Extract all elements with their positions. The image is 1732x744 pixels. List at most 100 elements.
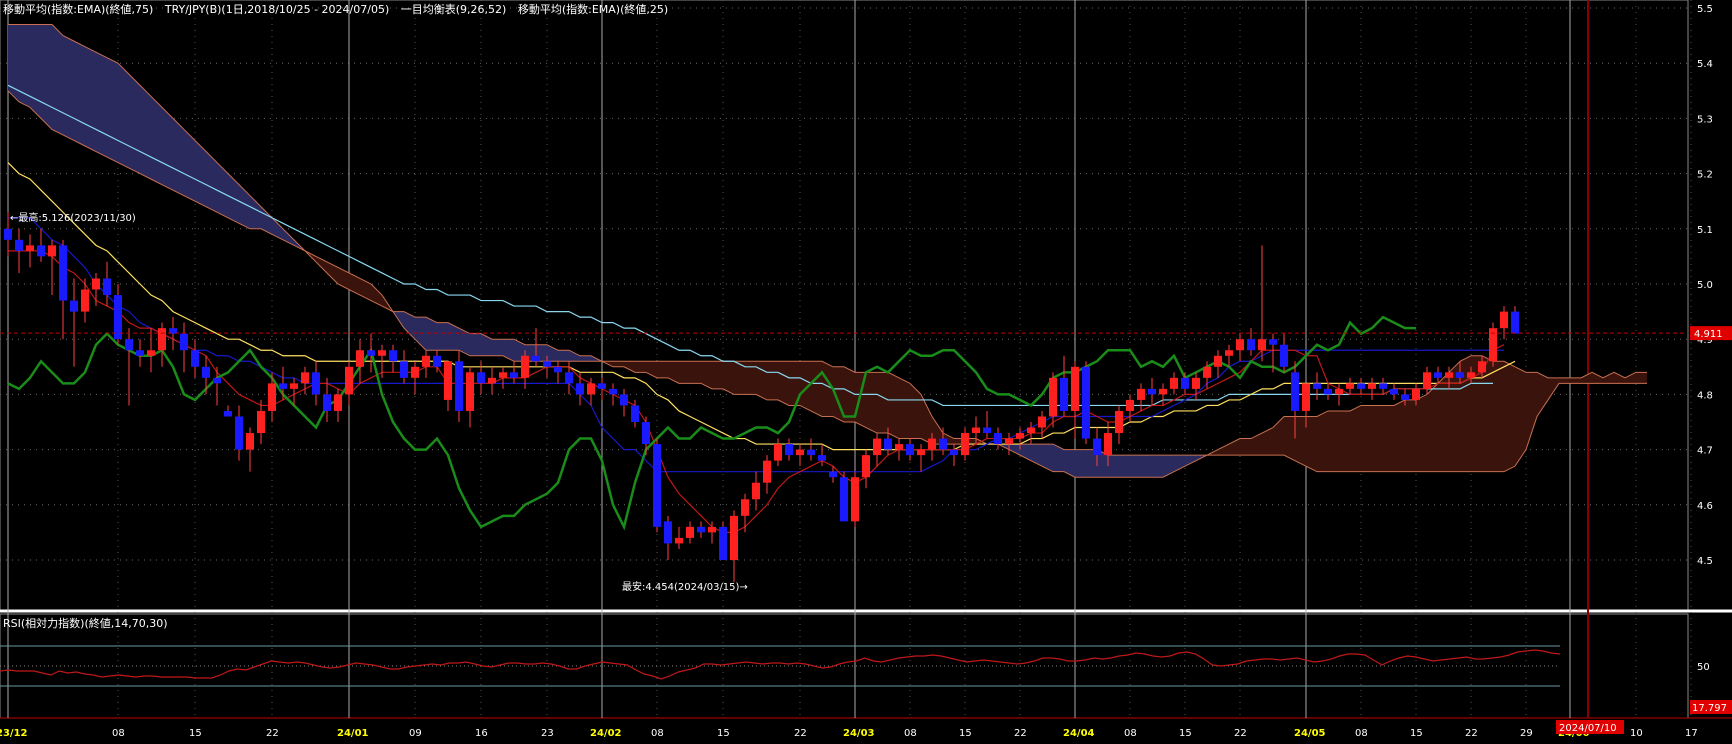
candle-body bbox=[675, 537, 683, 544]
candle-body bbox=[81, 289, 89, 312]
cloud-segment bbox=[822, 361, 833, 417]
cloud-segment bbox=[888, 372, 899, 439]
x-tick-label: 10 bbox=[1630, 728, 1643, 739]
y-tick-label: 4.5 bbox=[1697, 556, 1713, 567]
candle-body bbox=[1390, 388, 1398, 395]
candle-body bbox=[686, 526, 694, 538]
candle-body bbox=[37, 245, 45, 257]
candle-body bbox=[1302, 383, 1310, 411]
candle-body bbox=[180, 333, 188, 351]
x-tick-label: 22 bbox=[794, 728, 807, 739]
candle-body bbox=[983, 427, 991, 434]
cloud-segment bbox=[129, 74, 140, 174]
candle-body bbox=[257, 410, 265, 434]
rsi-tag: 17.797 bbox=[1692, 703, 1727, 714]
candle-body bbox=[1181, 377, 1189, 389]
candle-body bbox=[1005, 438, 1013, 445]
cloud-segment bbox=[1108, 455, 1119, 478]
candle-body bbox=[1269, 339, 1277, 345]
cloud-segment bbox=[151, 96, 162, 185]
candle-body bbox=[1225, 350, 1233, 356]
candle-body bbox=[15, 239, 23, 251]
candle-body bbox=[1357, 383, 1365, 389]
candle-body bbox=[1027, 427, 1035, 434]
cloud-segment bbox=[74, 41, 85, 147]
candle-body bbox=[488, 377, 496, 384]
cloud-segment bbox=[1438, 372, 1449, 472]
candle-body bbox=[829, 471, 837, 478]
candle-body bbox=[741, 499, 749, 516]
x-tick-label: 23/12 bbox=[0, 728, 28, 739]
cloud-segment bbox=[30, 24, 41, 119]
candle-body bbox=[1401, 394, 1409, 400]
candle-body bbox=[840, 477, 848, 522]
candle-body bbox=[895, 444, 903, 450]
candle-body bbox=[1115, 410, 1123, 434]
cloud-segment bbox=[1405, 399, 1416, 472]
low-annotation: 最安:4.454(2024/03/15)→ bbox=[622, 580, 748, 593]
cloud-segment bbox=[635, 361, 646, 373]
ichimoku-legend: 一目均衡表(9,26,52) bbox=[400, 3, 507, 16]
candle-body bbox=[950, 449, 958, 456]
cloud-segment bbox=[1427, 383, 1438, 472]
candle-body bbox=[158, 328, 166, 351]
cloud-segment bbox=[690, 361, 701, 384]
cloud-segment bbox=[184, 129, 195, 202]
candle-body bbox=[1291, 372, 1299, 411]
cloud-segment bbox=[778, 361, 789, 406]
cloud-segment bbox=[1295, 416, 1306, 467]
candle-body bbox=[114, 295, 122, 340]
candle-body bbox=[1137, 388, 1145, 400]
candle-body bbox=[1445, 372, 1453, 378]
candle-body bbox=[807, 449, 815, 456]
candle-body bbox=[1038, 416, 1046, 428]
cloud-segment bbox=[866, 372, 877, 434]
candle-body bbox=[961, 433, 969, 456]
candle-body bbox=[356, 350, 364, 367]
candle-body bbox=[851, 477, 859, 522]
candle-body bbox=[1368, 383, 1376, 389]
cloud-segment bbox=[85, 46, 96, 152]
candle-body bbox=[1247, 339, 1255, 351]
candle-body bbox=[521, 355, 529, 378]
candle-body bbox=[26, 245, 34, 251]
cloud-segment bbox=[41, 24, 52, 130]
candle-body bbox=[510, 372, 518, 378]
candle-body bbox=[466, 372, 474, 411]
cloud-segment bbox=[437, 322, 448, 351]
cloud-segment bbox=[1372, 405, 1383, 472]
x-tick-label: 22 bbox=[1234, 728, 1247, 739]
candle-body bbox=[994, 433, 1002, 445]
x-tick-label: 22 bbox=[266, 728, 279, 739]
candle-body bbox=[1467, 372, 1475, 378]
candle-body bbox=[1126, 399, 1134, 411]
candle-body bbox=[642, 422, 650, 445]
candle-body bbox=[367, 350, 375, 356]
candle-body bbox=[444, 361, 452, 400]
candle-body bbox=[1313, 383, 1321, 389]
candle-body bbox=[873, 438, 881, 456]
candle-body bbox=[422, 355, 430, 367]
y-tick-label: 5.5 bbox=[1697, 4, 1713, 15]
cloud-segment bbox=[1416, 394, 1427, 472]
x-tick-label: 15 bbox=[717, 728, 730, 739]
ema25-legend: 移動平均(指数:EMA)(終値,25) bbox=[517, 3, 669, 16]
candle-body bbox=[147, 350, 155, 356]
candle-body bbox=[884, 438, 892, 450]
candle-body bbox=[48, 245, 56, 257]
candle-body bbox=[477, 372, 485, 384]
candle-body bbox=[543, 361, 551, 367]
candle-body bbox=[631, 405, 639, 422]
candle-body bbox=[1434, 372, 1442, 378]
candle-body bbox=[818, 455, 826, 461]
candle-body bbox=[301, 372, 309, 384]
candle-body bbox=[1192, 377, 1200, 389]
date-tag: 2024/07/10 bbox=[1559, 723, 1617, 734]
candle-body bbox=[334, 394, 342, 411]
candle-body bbox=[1379, 383, 1387, 389]
cloud-segment bbox=[470, 333, 481, 356]
cloud-segment bbox=[877, 372, 888, 434]
x-tick-label: 24/01 bbox=[337, 728, 369, 739]
cloud-segment bbox=[1317, 410, 1328, 472]
x-tick-label: 08 bbox=[651, 728, 664, 739]
